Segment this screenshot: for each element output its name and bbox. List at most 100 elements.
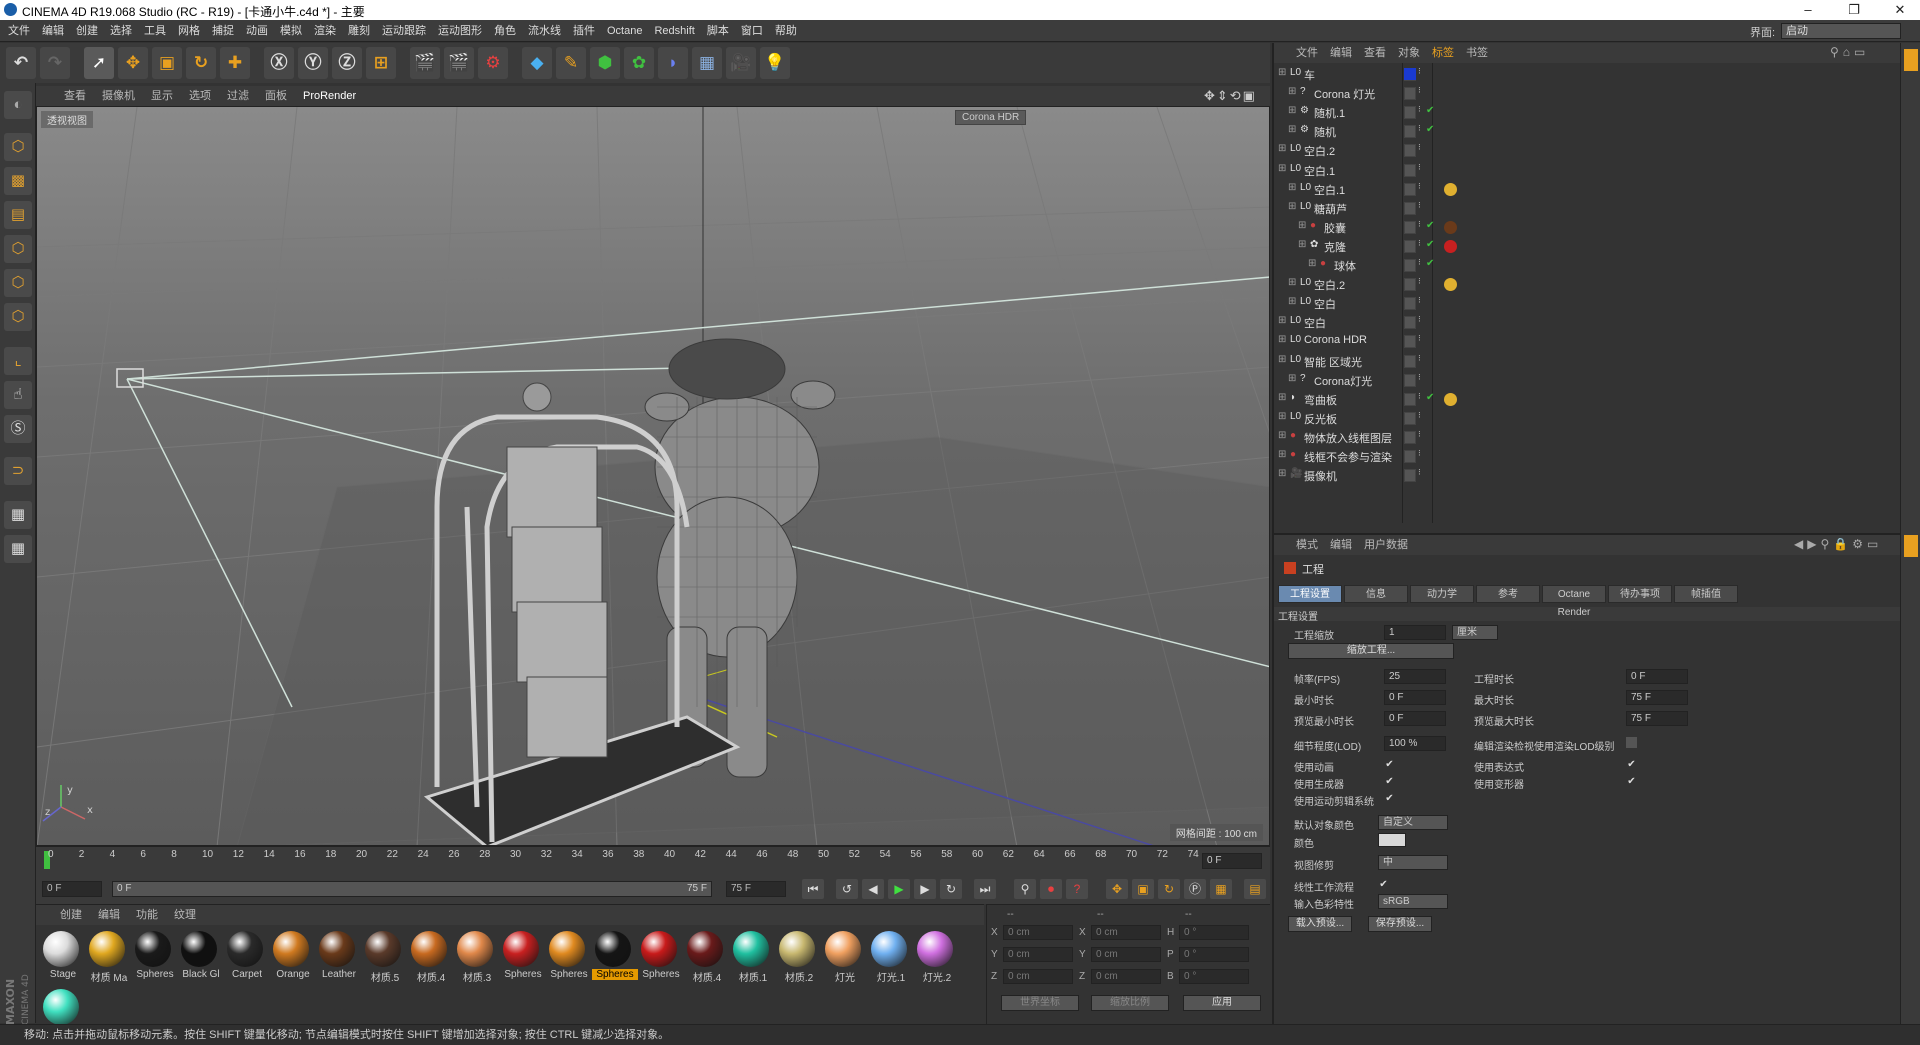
material-swatch[interactable]: Stage [40,929,82,987]
expand-toggle-icon[interactable]: ⊞ [1288,86,1296,97]
material-swatch[interactable]: 材质.3 [454,929,496,987]
coord-field[interactable]: 0 cm [1091,947,1161,962]
light-icon[interactable]: 💡 [760,47,790,79]
attribute-menu-item[interactable]: 编辑 [1324,535,1358,555]
edges-mode-icon[interactable]: ⬡ [4,269,32,297]
render-settings-icon[interactable]: ⚙ [478,47,508,79]
undo-icon[interactable]: ↶ [6,47,36,79]
attribute-tab[interactable]: 动力学 [1410,585,1474,603]
expand-toggle-icon[interactable]: ⊞ [1308,258,1316,269]
object-menu-item[interactable]: 对象 [1392,43,1426,63]
expand-toggle-icon[interactable]: ⊞ [1288,373,1296,384]
render-toggle-icon[interactable]: ⁝ [1418,314,1421,325]
material-tag-icon[interactable] [1444,220,1457,234]
render-toggle-icon[interactable]: ⁝ [1418,238,1421,249]
z-axis-icon[interactable]: Ⓩ [332,47,362,79]
menu-item[interactable]: 插件 [567,20,601,42]
viewport-menu-item[interactable]: 面板 [257,86,295,106]
menu-item[interactable]: 编辑 [36,20,70,42]
lod-field[interactable]: 100 % [1384,736,1446,751]
material-swatch[interactable]: Spheres [592,929,638,987]
material-swatch[interactable]: 灯光.2 [914,929,956,987]
render-toggle-icon[interactable]: ⁝ [1418,391,1421,402]
input-color-select[interactable]: sRGB [1378,894,1448,909]
visibility-toggle[interactable] [1404,87,1416,101]
key-pla-icon[interactable]: ▦ [1210,879,1232,899]
max-time-field[interactable]: 75 F [1626,690,1688,705]
menu-item[interactable]: 帮助 [769,20,803,42]
grid-snap-icon[interactable]: ▦ [4,535,32,563]
enabled-check-icon[interactable]: ✔ [1426,258,1434,269]
expand-toggle-icon[interactable]: ⊞ [1278,354,1286,365]
x-axis-icon[interactable]: Ⓧ [264,47,294,79]
object-menu-item[interactable]: 编辑 [1324,43,1358,63]
preview-min-field[interactable]: 0 F [1384,711,1446,726]
coord-field[interactable]: 0 cm [1091,969,1161,984]
apply-button[interactable]: 应用 [1183,995,1261,1011]
enabled-check-icon[interactable]: ✔ [1426,239,1434,250]
material-swatch[interactable]: 材质.5 [362,929,404,987]
color-swatch[interactable] [1378,833,1406,847]
material-menu-item[interactable]: 纹理 [166,905,204,925]
menu-item[interactable]: 窗口 [735,20,769,42]
material-swatch[interactable]: Spheres [546,929,588,987]
coord-field[interactable]: 0 cm [1091,925,1161,940]
enabled-check-icon[interactable]: ✔ [1426,105,1434,116]
object-row[interactable]: ⊞? Corona灯光 ⁝ [1274,371,1902,390]
visibility-toggle[interactable] [1404,259,1416,272]
expand-toggle-icon[interactable]: ⊞ [1278,392,1286,403]
go-to-end-icon[interactable]: ⏭ [974,879,996,899]
material-swatch[interactable]: Carpet [224,929,266,987]
menu-item[interactable]: 网格 [172,20,206,42]
expand-toggle-icon[interactable]: ⊞ [1288,105,1296,116]
visibility-toggle[interactable] [1404,335,1416,349]
object-menu-item[interactable]: 文件 [1290,43,1324,63]
visibility-toggle[interactable] [1404,201,1416,215]
visibility-toggle[interactable] [1404,469,1416,483]
object-row[interactable]: ⊞ L0 空白.1 ⁝ [1274,161,1902,180]
menu-item[interactable]: 创建 [70,20,104,42]
scale-icon[interactable]: ▣ [152,47,182,79]
enabled-check-icon[interactable]: ✔ [1426,392,1434,403]
visibility-toggle[interactable] [1404,411,1416,425]
render-toggle-icon[interactable]: ⁝ [1418,66,1421,77]
expand-toggle-icon[interactable]: ⊞ [1278,67,1286,78]
duration-field[interactable]: 0 F [1626,669,1688,684]
cloner-icon[interactable]: ✿ [624,47,654,79]
attribute-nav-icons[interactable]: ◀▶⚲🔒⚙▭ [1794,537,1882,551]
visibility-toggle[interactable] [1404,220,1416,234]
material-swatch[interactable]: 材质.1 [730,929,772,987]
object-search-icon[interactable]: ⚲⌂▭ [1830,45,1869,59]
texture-mode-icon[interactable]: ▩ [4,167,32,195]
render-toggle-icon[interactable]: ⁝ [1418,142,1421,153]
play-icon[interactable]: ▶ [888,879,910,899]
menu-item[interactable]: 捕捉 [206,20,240,42]
subdivision-icon[interactable]: ⬢ [590,47,620,79]
material-menu-item[interactable]: 功能 [128,905,166,925]
scale-field[interactable]: 1 [1384,625,1446,640]
menu-item[interactable]: 运动图形 [432,20,488,42]
preview-max-field[interactable]: 75 F [1626,711,1688,726]
menu-item[interactable]: 工具 [138,20,172,42]
scale-project-button[interactable]: 缩放工程... [1288,643,1454,659]
workplane-icon[interactable]: ▤ [4,201,32,229]
key-scale-icon[interactable]: ▣ [1132,879,1154,899]
attributes-tab-icon[interactable] [1904,535,1918,557]
material-swatch[interactable]: 灯光 [822,929,864,987]
axis-mode-icon[interactable]: ⌞ [4,347,32,375]
render-toggle-icon[interactable]: ⁝ [1418,123,1421,134]
render-toggle-icon[interactable]: ⁝ [1418,333,1421,344]
prev-frame-icon[interactable]: ◀ [862,879,884,899]
objects-tab-icon[interactable] [1904,49,1918,71]
select-arrow-icon[interactable]: ➚ [84,47,114,79]
object-row[interactable]: ⊞ L0 空白 ⁝ [1274,294,1902,313]
menu-item[interactable]: 脚本 [701,20,735,42]
default-color-select[interactable]: 自定义 [1378,815,1448,830]
expand-toggle-icon[interactable]: ⊞ [1278,430,1286,441]
material-swatch[interactable]: Leather [316,929,358,987]
expand-toggle-icon[interactable]: ⊞ [1288,124,1296,135]
viewport-menu-item[interactable]: ProRender [295,86,364,106]
interface-select[interactable]: 启动 [1781,23,1901,39]
coord-field[interactable]: 0 cm [1003,969,1073,984]
material-swatch[interactable]: 材质.4 [408,929,450,987]
